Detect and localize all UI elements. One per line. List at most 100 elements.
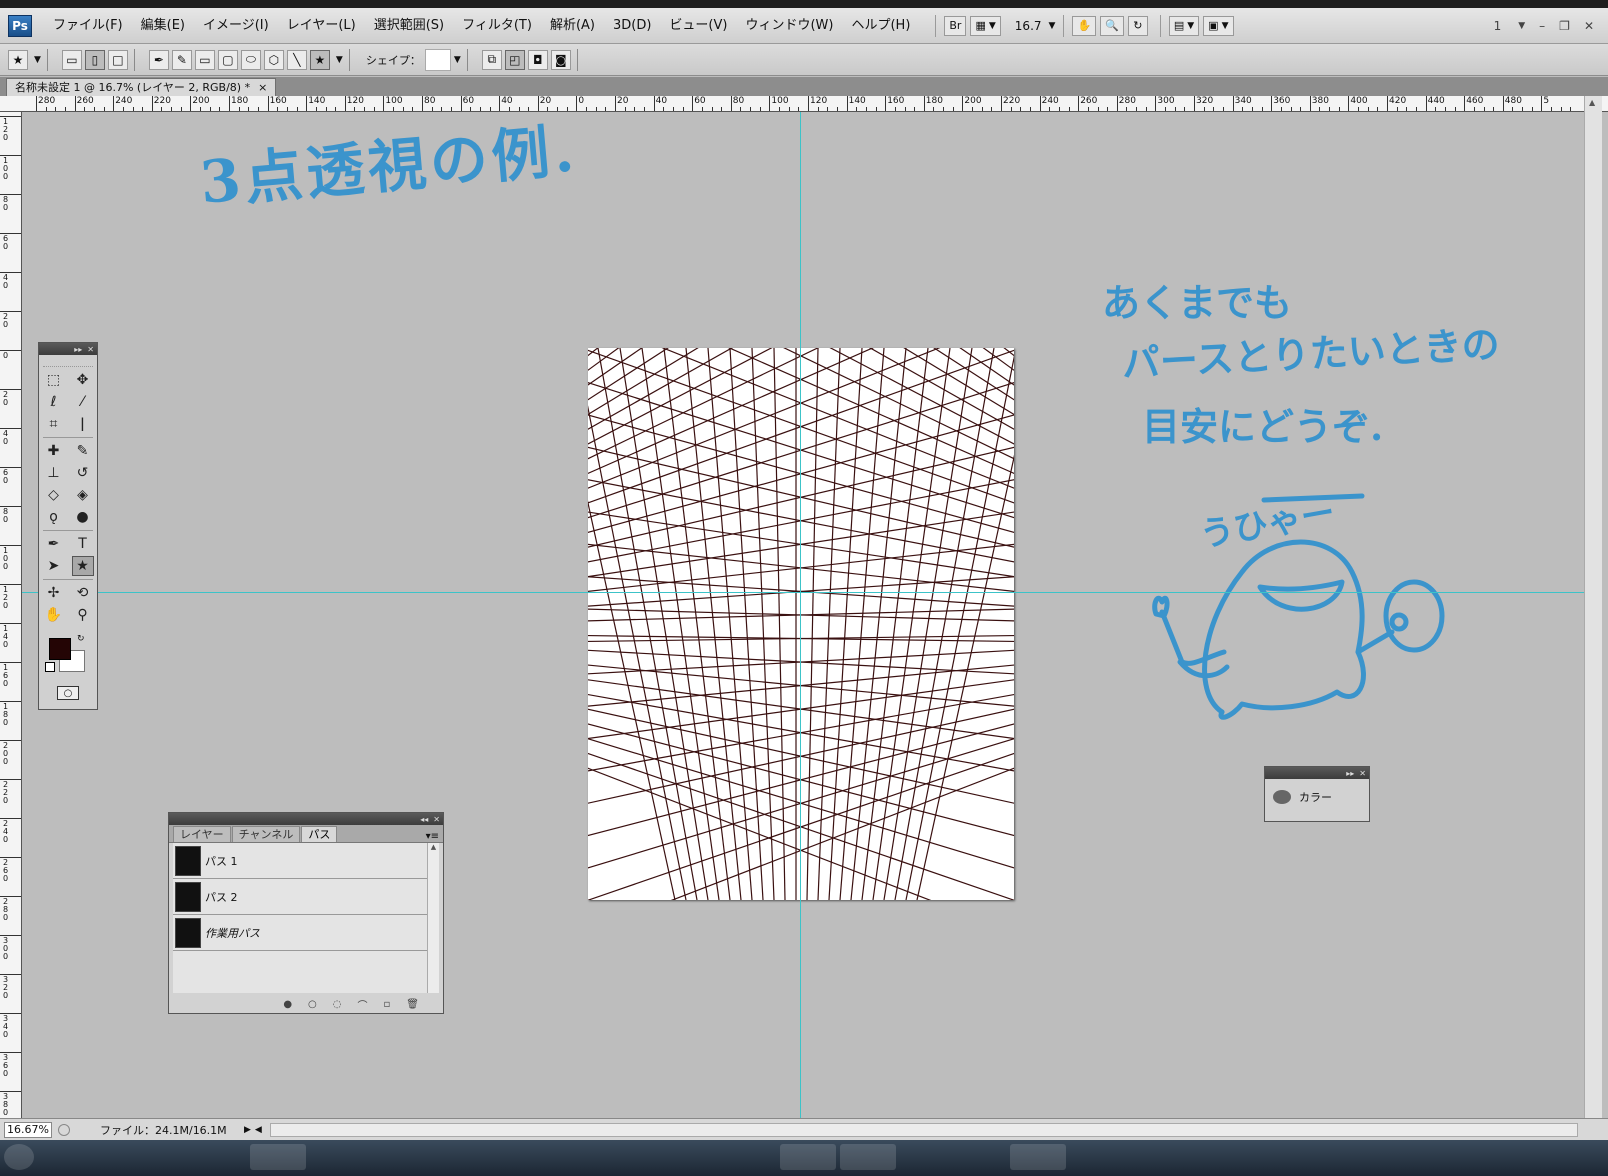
taskbar-item[interactable] [780,1144,836,1170]
new-path-icon[interactable]: ▫ [384,999,391,1010]
type-icon[interactable]: T [72,534,94,554]
paint-bucket-icon[interactable]: ◈ [72,485,94,505]
menu-window[interactable]: ウィンドウ(W) [736,8,842,44]
list-item[interactable]: パス 1 [173,843,429,879]
menu-help[interactable]: ヘルプ(H) [842,8,919,44]
scroll-up-icon[interactable]: ▲ [428,843,439,851]
scroll-up-icon[interactable]: ▲ [1589,98,1595,107]
pen-icon[interactable]: ✒ [148,49,169,70]
menu-analysis[interactable]: 解析(A) [541,8,604,44]
vertical-ruler[interactable]: 1 2 0 1 0 0 8 0 6 0 4 0 2 0 0 2 0 4 0 6 0 8 0 1 0 0… [0,112,22,1152]
rectangle-icon[interactable]: ▭ [194,49,215,70]
list-item[interactable]: パス 2 [173,879,429,915]
chevron-down-icon[interactable]: ▼ [454,55,461,65]
make-work-path-icon[interactable]: ⌒ [358,997,368,1012]
menu-filter[interactable]: フィルタ(T) [453,8,541,44]
brush-icon[interactable]: ✎ [72,441,94,461]
workspace-switcher[interactable]: 1 [1494,19,1502,33]
rotate-view-button[interactable]: ↻ [1127,15,1148,36]
add-area-icon[interactable]: ⧉ [481,49,502,70]
freeform-pen-icon[interactable]: ✎ [171,49,192,70]
color-panel-button[interactable]: カラー [1265,779,1369,815]
3d-rotate-icon[interactable]: ✢ [43,583,65,603]
pen-icon[interactable]: ✒ [43,534,65,554]
menu-image[interactable]: イメージ(I) [194,8,278,44]
close-icon[interactable]: ✕ [433,815,440,824]
3d-orbit-icon[interactable]: ⟲ [72,583,94,603]
menu-select[interactable]: 選択範囲(S) [365,8,453,44]
custom-shape-preset-icon[interactable]: ★ [8,49,28,70]
vertical-guide[interactable] [800,112,801,1152]
panel-menu-icon[interactable]: ▾≡ [426,831,439,842]
expand-panel-icon[interactable]: ▸▸ [1346,769,1354,778]
taskbar-item[interactable] [1010,1144,1066,1170]
close-icon[interactable]: ✕ [87,345,94,354]
dodge-icon[interactable]: ǫ [43,507,65,527]
polygon-icon[interactable]: ⬡ [263,49,284,70]
document-canvas[interactable] [588,348,1014,900]
arrange-documents-button[interactable]: ▤ ▼ [1168,15,1200,36]
status-icon[interactable] [58,1123,70,1136]
menu-3d[interactable]: 3D(D) [604,8,660,44]
line-icon[interactable]: ╲ [286,49,307,70]
chevron-down-icon[interactable]: ▼ [336,55,343,65]
bridge-button[interactable]: Br [944,15,967,36]
eraser-icon[interactable]: ◇ [43,485,65,505]
swap-colors-icon[interactable]: ↻ [77,634,85,644]
stroke-path-icon[interactable]: ○ [308,999,317,1010]
horizontal-ruler[interactable]: 280 260 240 220 200 180 160 140 120 100 80 60 40 20 0 2… [0,96,1608,112]
chevron-down-icon[interactable]: ▼ [34,55,41,65]
taskbar-item[interactable] [250,1144,306,1170]
restore-button[interactable]: ❐ [1559,19,1570,33]
zoom-field[interactable]: 16.67% [4,1121,52,1138]
tab-paths[interactable]: パス [301,826,338,842]
status-menu-icon[interactable]: ▶ [244,1125,251,1135]
default-colors-icon[interactable] [45,662,55,672]
foreground-color[interactable] [49,638,71,660]
delete-path-icon[interactable]: 🗑 [406,999,419,1010]
collapse-panel-icon[interactable]: ◂◂ [420,815,428,824]
quick-mask-button[interactable]: ○ [57,686,79,700]
horizontal-scrollbar[interactable] [269,1122,1578,1137]
magic-wand-icon[interactable]: ⁄ [72,392,94,412]
screen-mode-button[interactable]: ▣ ▼ [1203,15,1234,36]
menu-layer[interactable]: レイヤー(L) [278,8,365,44]
menu-file[interactable]: ファイル(F) [44,8,132,44]
view-extras-button[interactable]: ▦ ▼ [970,15,1001,36]
history-brush-icon[interactable]: ↺ [72,463,94,483]
tab-channels[interactable]: チャンネル [231,826,301,842]
minimize-button[interactable]: – [1539,19,1545,33]
menu-edit[interactable]: 編集(E) [132,8,194,44]
path-select-icon[interactable]: ➤ [43,556,65,576]
fill-path-icon[interactable]: ● [283,999,292,1010]
tool-preset-picker[interactable]: ★ ▼ [8,49,41,70]
tools-panel-header[interactable]: ▸▸ ✕ [39,343,97,355]
list-item[interactable]: 作業用パス [173,915,429,951]
color-panel-header[interactable]: ▸▸ ✕ [1265,767,1369,779]
paths-scrollbar[interactable]: ▲ [427,843,439,993]
shape-layers-icon[interactable]: ▭ [61,49,82,70]
subtract-area-icon[interactable]: ◰ [504,49,525,70]
hand-icon[interactable]: ✋ [43,605,65,625]
crop-icon[interactable]: ⌗ [43,414,65,434]
document-tab[interactable]: 名称未設定 1 @ 16.7% (レイヤー 2, RGB/8) * × [6,78,277,96]
clone-stamp-icon[interactable]: ⊥ [43,463,65,483]
menu-view[interactable]: ビュー(V) [660,8,736,44]
healing-brush-icon[interactable]: ✚ [43,441,65,461]
close-icon[interactable]: ✕ [1359,769,1366,778]
tab-layers[interactable]: レイヤー [173,826,231,842]
custom-shape-icon[interactable]: ★ [309,49,330,70]
zoom-tool-button[interactable]: 🔍 [1100,15,1124,36]
taskbar-item[interactable] [840,1144,896,1170]
intersect-area-icon[interactable]: ◘ [527,49,548,70]
vertical-scrollbar[interactable]: ▲ ▼ [1584,96,1602,1152]
load-selection-icon[interactable]: ◌ [333,999,342,1010]
rounded-rectangle-icon[interactable]: ▢ [217,49,238,70]
exclude-area-icon[interactable]: ◙ [550,49,571,70]
panel-grip[interactable] [43,357,93,367]
paths-mode-icon[interactable]: ▯ [84,49,105,70]
hand-tool-button[interactable]: ✋ [1072,15,1097,36]
sponge-icon[interactable]: ● [72,507,94,527]
custom-shape-icon[interactable]: ★ [71,556,94,576]
eyedropper-icon[interactable]: ǀ [72,414,94,434]
